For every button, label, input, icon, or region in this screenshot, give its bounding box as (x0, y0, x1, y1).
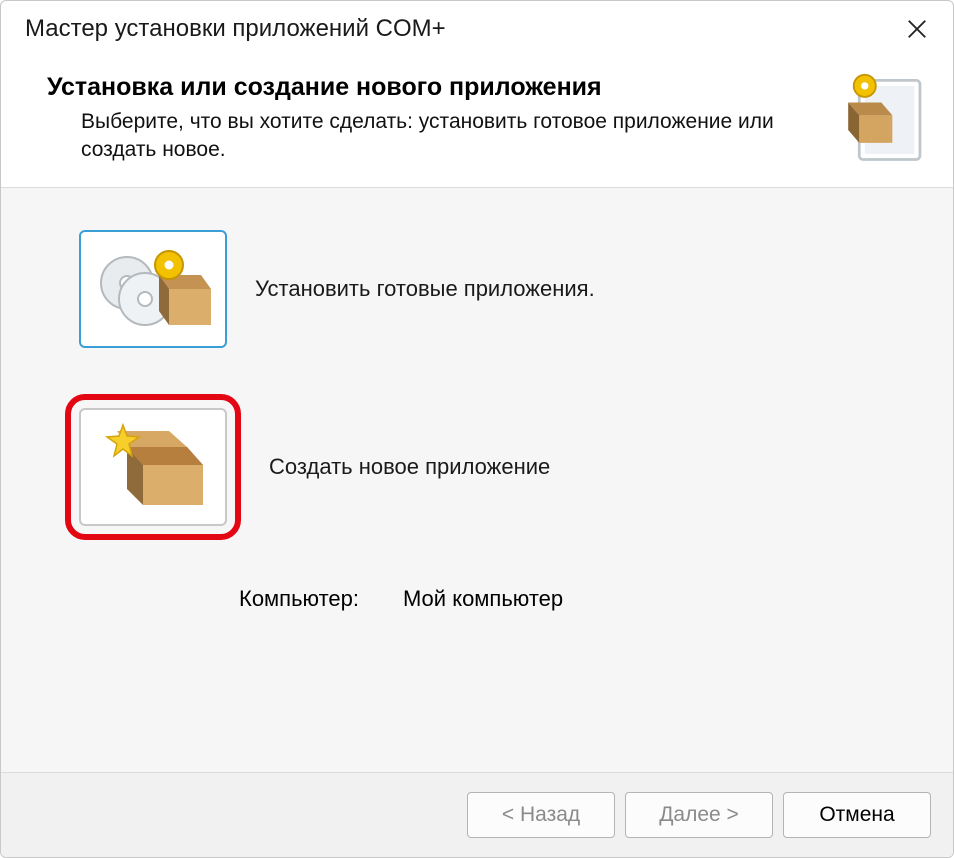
close-icon (906, 18, 928, 40)
install-prebuilt-label: Установить готовые приложения. (255, 276, 595, 302)
create-new-button[interactable] (79, 408, 227, 526)
wizard-header: Установка или создание нового приложения… (1, 57, 953, 188)
option-install-row: Установить готовые приложения. (79, 230, 953, 348)
wizard-icon (839, 73, 931, 165)
back-button[interactable]: < Назад (467, 792, 615, 838)
page-description: Выберите, что вы хотите сделать: установ… (47, 108, 787, 165)
page-heading: Установка или создание нового приложения (47, 73, 821, 102)
install-prebuilt-icon (93, 241, 213, 337)
titlebar: Мастер установки приложений COM+ (1, 1, 953, 57)
window-title: Мастер установки приложений COM+ (25, 15, 895, 43)
header-text: Установка или создание нового приложения… (47, 73, 821, 165)
wizard-footer: < Назад Далее > Отмена (1, 773, 953, 857)
highlight-ring (65, 394, 241, 540)
computer-label: Компьютер: (239, 586, 359, 612)
computer-row: Компьютер: Мой компьютер (79, 586, 953, 612)
option-create-row: Создать новое приложение (65, 394, 953, 540)
install-prebuilt-button[interactable] (79, 230, 227, 348)
next-button[interactable]: Далее > (625, 792, 773, 838)
close-button[interactable] (895, 7, 939, 51)
wizard-body: Установить готовые приложения. (1, 188, 953, 773)
cancel-button[interactable]: Отмена (783, 792, 931, 838)
wizard-window: Мастер установки приложений COM+ Установ… (0, 0, 954, 858)
create-new-icon (93, 419, 213, 515)
computer-value: Мой компьютер (403, 586, 563, 612)
create-new-label: Создать новое приложение (269, 454, 550, 480)
